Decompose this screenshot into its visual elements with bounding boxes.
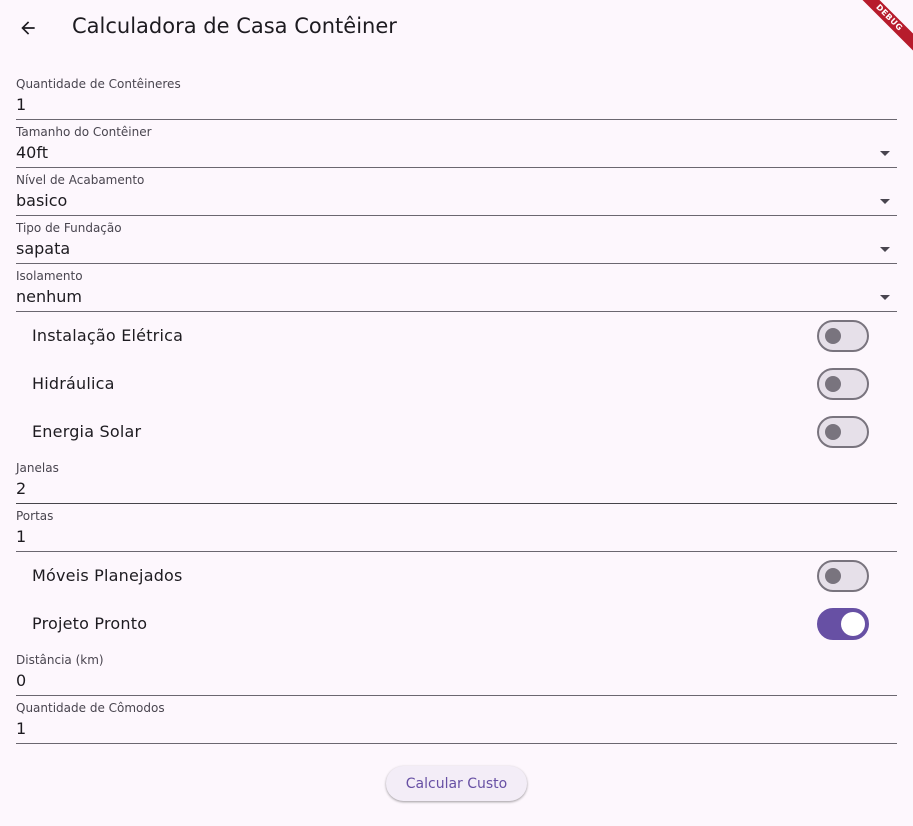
- energia-solar-label: Energia Solar: [32, 422, 142, 441]
- distancia-value[interactable]: 0: [16, 671, 26, 690]
- hidraulica-row[interactable]: Hidráulica: [16, 360, 897, 408]
- switch-thumb: [825, 376, 841, 392]
- app-bar: Calculadora de Casa Contêiner: [0, 0, 913, 56]
- quantidade-conteineres-value[interactable]: 1: [16, 95, 26, 114]
- arrow-back-icon: [21, 21, 35, 35]
- page-title: Calculadora de Casa Contêiner: [72, 14, 397, 38]
- calcular-custo-button[interactable]: Calcular Custo: [386, 766, 527, 801]
- janelas-value[interactable]: 2: [16, 479, 26, 498]
- isolamento-value: nenhum: [16, 287, 82, 306]
- tamanho-conteiner-value: 40ft: [16, 143, 48, 162]
- moveis-planejados-row[interactable]: Móveis Planejados: [16, 552, 897, 600]
- instalacao-eletrica-row[interactable]: Instalação Elétrica: [16, 312, 897, 360]
- tipo-fundacao-dropdown[interactable]: Tipo de Fundação sapata: [16, 216, 897, 264]
- moveis-planejados-label: Móveis Planejados: [32, 566, 183, 585]
- tipo-fundacao-label: Tipo de Fundação: [16, 221, 122, 235]
- portas-field[interactable]: Portas 1: [16, 504, 897, 552]
- switch-thumb: [825, 568, 841, 584]
- isolamento-dropdown[interactable]: Isolamento nenhum: [16, 264, 897, 312]
- dropdown-arrow-icon[interactable]: [880, 151, 890, 156]
- quantidade-comodos-field[interactable]: Quantidade de Cômodos 1: [16, 696, 897, 744]
- hidraulica-label: Hidráulica: [32, 374, 115, 393]
- quantidade-comodos-label: Quantidade de Cômodos: [16, 701, 165, 715]
- moveis-planejados-switch[interactable]: [817, 560, 869, 592]
- nivel-acabamento-value: basico: [16, 191, 68, 210]
- tamanho-conteiner-dropdown[interactable]: Tamanho do Contêiner 40ft: [16, 120, 897, 168]
- quantidade-conteineres-field[interactable]: Quantidade de Contêineres 1: [16, 72, 897, 120]
- nivel-acabamento-label: Nível de Acabamento: [16, 173, 145, 187]
- back-button[interactable]: [10, 10, 46, 46]
- switch-thumb: [841, 612, 865, 636]
- app-root: Calculadora de Casa Contêiner DEBUG Quan…: [0, 0, 913, 826]
- janelas-field[interactable]: Janelas 2: [16, 456, 897, 504]
- tipo-fundacao-value: sapata: [16, 239, 71, 258]
- nivel-acabamento-dropdown[interactable]: Nível de Acabamento basico: [16, 168, 897, 216]
- energia-solar-row[interactable]: Energia Solar: [16, 408, 897, 456]
- projeto-pronto-switch[interactable]: [817, 608, 869, 640]
- quantidade-comodos-value[interactable]: 1: [16, 719, 26, 738]
- instalacao-eletrica-switch[interactable]: [817, 320, 869, 352]
- isolamento-label: Isolamento: [16, 269, 83, 283]
- dropdown-arrow-icon[interactable]: [880, 295, 890, 300]
- dropdown-arrow-icon[interactable]: [880, 199, 890, 204]
- switch-thumb: [825, 328, 841, 344]
- energia-solar-switch[interactable]: [817, 416, 869, 448]
- projeto-pronto-row[interactable]: Projeto Pronto: [16, 600, 897, 648]
- portas-label: Portas: [16, 509, 54, 523]
- portas-value[interactable]: 1: [16, 527, 26, 546]
- instalacao-eletrica-label: Instalação Elétrica: [32, 326, 184, 345]
- distancia-label: Distância (km): [16, 653, 104, 667]
- dropdown-arrow-icon[interactable]: [880, 247, 890, 252]
- hidraulica-switch[interactable]: [817, 368, 869, 400]
- quantidade-conteineres-label: Quantidade de Contêineres: [16, 77, 181, 91]
- distancia-field[interactable]: Distância (km) 0: [16, 648, 897, 696]
- janelas-label: Janelas: [16, 461, 59, 475]
- projeto-pronto-label: Projeto Pronto: [32, 614, 148, 633]
- switch-thumb: [825, 424, 841, 440]
- tamanho-conteiner-label: Tamanho do Contêiner: [16, 125, 152, 139]
